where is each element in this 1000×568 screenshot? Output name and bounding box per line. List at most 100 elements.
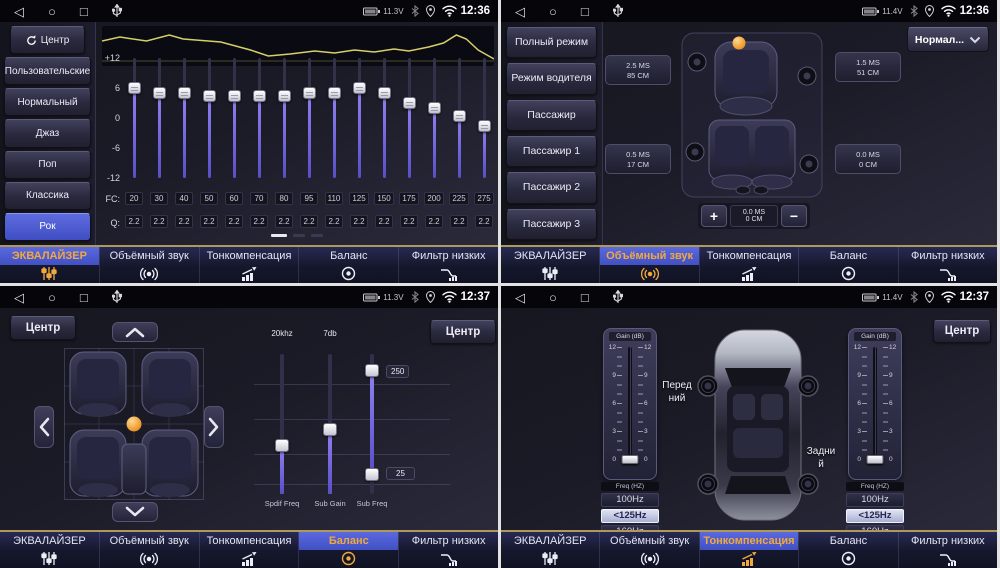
rear-gain-thumb[interactable] <box>867 455 884 464</box>
eq-slider-track[interactable] <box>308 58 311 178</box>
preset-button-0[interactable]: Центр <box>10 26 85 54</box>
eq-slider-thumb[interactable] <box>278 90 291 102</box>
tab-eq-sliders[interactable]: ЭКВАЛАЙЗЕР <box>0 532 99 568</box>
recents-icon[interactable]: □ <box>80 5 88 18</box>
eq-slider-track[interactable] <box>133 58 136 178</box>
home-icon[interactable]: ○ <box>549 5 557 18</box>
preset-button-1[interactable]: Пользовательские <box>4 57 91 85</box>
eq-slider-thumb[interactable] <box>253 90 266 102</box>
back-icon[interactable]: ◁ <box>14 5 24 18</box>
eq-slider-track[interactable] <box>483 58 486 178</box>
eq-slider-thumb[interactable] <box>478 120 491 132</box>
delay-front-right-button[interactable]: 1.5 MS 51 CM <box>835 52 901 82</box>
delay-plus-button[interactable]: + <box>701 205 727 227</box>
slider-track[interactable] <box>280 354 284 494</box>
preset-button-6[interactable]: Рок <box>4 213 91 241</box>
home-icon[interactable]: ○ <box>549 291 557 304</box>
back-icon[interactable]: ◁ <box>515 291 525 304</box>
preset-button-3[interactable]: Джаз <box>4 119 91 147</box>
freq-option[interactable]: <125Hz <box>601 509 659 523</box>
balance-left-button[interactable] <box>34 406 54 448</box>
mode-button-2[interactable]: Пассажир <box>506 100 597 131</box>
balance-right-button[interactable] <box>204 406 224 448</box>
slider-thumb[interactable] <box>323 423 337 436</box>
preset-button-4[interactable]: Поп <box>4 151 91 179</box>
fader-down-button[interactable] <box>112 502 158 522</box>
tab-balance-target[interactable]: Баланс <box>798 532 897 568</box>
sub-freq-slider[interactable] <box>365 354 379 494</box>
eq-slider-thumb[interactable] <box>128 82 141 94</box>
eq-slider-thumb[interactable] <box>203 90 216 102</box>
slider-track[interactable] <box>370 354 374 494</box>
mode-button-3[interactable]: Пассажир 1 <box>506 136 597 167</box>
eq-slider-thumb[interactable] <box>428 102 441 114</box>
slider-thumb[interactable] <box>365 364 379 377</box>
sub-gain-slider[interactable] <box>323 354 337 494</box>
tab-surround-sound[interactable]: Объёмный звук <box>599 532 698 568</box>
slider-track[interactable] <box>328 354 332 494</box>
tab-eq-sliders[interactable]: ЭКВАЛАЙЗЕР <box>501 247 599 283</box>
eq-slider-thumb[interactable] <box>153 87 166 99</box>
front-gain-track[interactable] <box>628 347 632 459</box>
eq-slider-track[interactable] <box>183 58 186 178</box>
rear-gain-track[interactable] <box>873 347 877 459</box>
preset-button-5[interactable]: Классика <box>4 182 91 210</box>
recents-icon[interactable]: □ <box>581 5 589 18</box>
tab-balance-target[interactable]: Баланс <box>298 532 398 568</box>
back-icon[interactable]: ◁ <box>14 291 24 304</box>
center-button[interactable]: Центр <box>933 320 991 343</box>
spdif-freq-slider[interactable] <box>275 354 289 494</box>
mode-button-0[interactable]: Полный режим <box>506 27 597 58</box>
eq-slider-track[interactable] <box>383 58 386 178</box>
eq-slider-thumb[interactable] <box>178 87 191 99</box>
delay-rear-right-button[interactable]: 0.0 MS 0 CM <box>835 144 901 174</box>
tab-surround-sound[interactable]: Объёмный звук <box>99 247 199 283</box>
delay-minus-button[interactable]: − <box>781 205 807 227</box>
eq-slider-track[interactable] <box>408 58 411 178</box>
freq-option[interactable]: <125Hz <box>846 509 904 523</box>
center-button[interactable]: Центр <box>10 316 76 340</box>
eq-slider-track[interactable] <box>283 58 286 178</box>
tab-surround-sound[interactable]: Объёмный звук <box>99 532 199 568</box>
fader-up-button[interactable] <box>112 322 158 342</box>
eq-slider-thumb[interactable] <box>353 82 366 94</box>
preset-button-2[interactable]: Нормальный <box>4 88 91 116</box>
tab-low-filter[interactable]: Фильтр низких <box>898 247 997 283</box>
freq-option[interactable]: 100Hz <box>601 493 659 507</box>
tab-loudness-chart[interactable]: Тонкомпенсация <box>199 532 299 568</box>
eq-slider-track[interactable] <box>258 58 261 178</box>
pager-dot[interactable] <box>311 234 323 237</box>
eq-slider-thumb[interactable] <box>328 87 341 99</box>
tab-eq-sliders[interactable]: ЭКВАЛАЙЗЕР <box>0 247 99 283</box>
balance-seat-grid[interactable] <box>64 348 204 500</box>
mode-button-4[interactable]: Пассажир 2 <box>506 172 597 203</box>
tab-loudness-chart[interactable]: Тонкомпенсация <box>199 247 299 283</box>
eq-slider-track[interactable] <box>433 58 436 178</box>
mode-button-5[interactable]: Пассажир 3 <box>506 209 597 240</box>
tab-low-filter[interactable]: Фильтр низких <box>398 247 498 283</box>
pager-dot[interactable] <box>271 234 287 237</box>
eq-slider-thumb[interactable] <box>228 90 241 102</box>
slider-thumb[interactable] <box>275 439 289 452</box>
back-icon[interactable]: ◁ <box>515 5 525 18</box>
tab-balance-target[interactable]: Баланс <box>298 247 398 283</box>
eq-slider-track[interactable] <box>233 58 236 178</box>
pager-dot[interactable] <box>293 234 305 237</box>
freq-option[interactable]: 100Hz <box>846 493 904 507</box>
eq-slider-thumb[interactable] <box>378 87 391 99</box>
eq-slider-track[interactable] <box>158 58 161 178</box>
front-gain-thumb[interactable] <box>622 455 639 464</box>
recents-icon[interactable]: □ <box>80 291 88 304</box>
mode-button-1[interactable]: Режим водителя <box>506 63 597 94</box>
slider-thumb[interactable] <box>365 468 379 481</box>
tab-balance-target[interactable]: Баланс <box>798 247 897 283</box>
delay-rear-left-button[interactable]: 0.5 MS 17 CM <box>605 144 671 174</box>
eq-slider-thumb[interactable] <box>303 87 316 99</box>
eq-slider-track[interactable] <box>333 58 336 178</box>
tab-eq-sliders[interactable]: ЭКВАЛАЙЗЕР <box>501 532 599 568</box>
eq-slider-track[interactable] <box>208 58 211 178</box>
tab-loudness-chart[interactable]: Тонкомпенсация <box>699 247 798 283</box>
recents-icon[interactable]: □ <box>581 291 589 304</box>
eq-slider-thumb[interactable] <box>403 97 416 109</box>
surround-preset-dropdown[interactable]: Нормал... <box>907 27 989 52</box>
